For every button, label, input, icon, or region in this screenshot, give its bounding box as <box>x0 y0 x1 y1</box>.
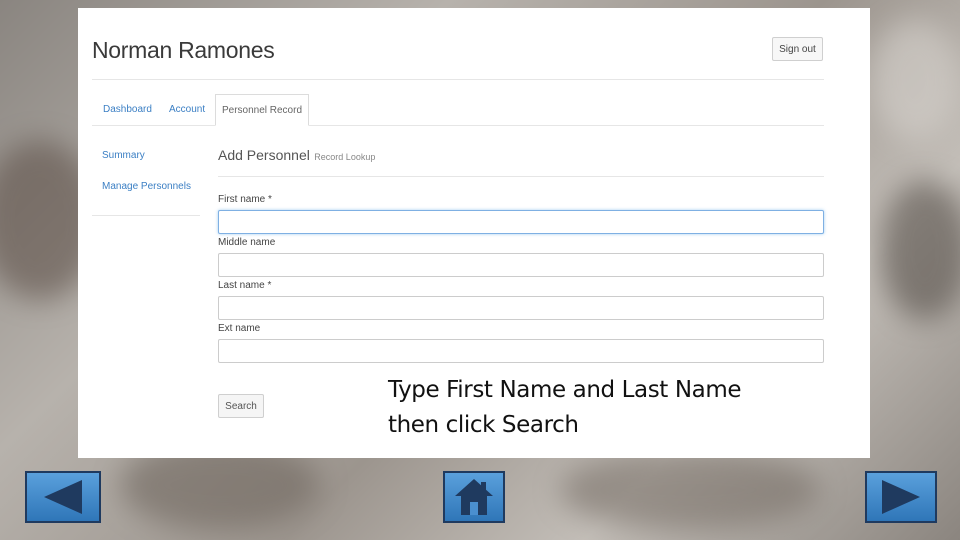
tabs-divider <box>92 125 215 126</box>
instruction-text: Type First Name and Last Name then click… <box>388 373 808 443</box>
next-button[interactable] <box>865 471 937 523</box>
tabs-divider-right <box>309 125 824 126</box>
form-heading: Add Personnel Record Lookup <box>218 147 375 165</box>
last-name-label: Last name * <box>218 280 272 291</box>
sidebar-divider <box>92 215 200 216</box>
ext-name-label: Ext name <box>218 323 261 334</box>
tab-account[interactable]: Account <box>169 104 205 115</box>
triangle-left-icon <box>44 480 82 514</box>
first-name-label: First name * <box>218 194 272 205</box>
middle-name-field[interactable] <box>218 253 824 277</box>
app-window: Norman Ramones Sign out Dashboard Accoun… <box>78 8 870 458</box>
form-divider <box>218 176 824 177</box>
first-name-field[interactable] <box>218 210 824 234</box>
instruction-line-1: Type First Name and Last Name <box>388 377 742 403</box>
sidebar-item-summary[interactable]: Summary <box>102 150 145 161</box>
last-name-field[interactable] <box>218 296 824 320</box>
house-icon <box>455 479 493 515</box>
tab-personnel-record[interactable]: Personnel Record <box>215 94 309 126</box>
middle-name-label: Middle name <box>218 237 276 248</box>
form-title: Add Personnel <box>218 147 310 163</box>
app-title: Norman Ramones <box>92 37 275 63</box>
ext-name-field[interactable] <box>218 339 824 363</box>
search-button[interactable]: Search <box>218 394 264 418</box>
header-divider <box>92 79 824 80</box>
signout-button[interactable]: Sign out <box>772 37 823 61</box>
home-button[interactable] <box>443 471 505 523</box>
back-button[interactable] <box>25 471 101 523</box>
tab-dashboard[interactable]: Dashboard <box>103 104 152 115</box>
form-subtitle: Record Lookup <box>314 152 376 162</box>
sidebar-item-manage-personnels[interactable]: Manage Personnels <box>102 181 191 192</box>
triangle-right-icon <box>882 480 920 514</box>
instruction-line-2: then click Search <box>388 412 579 438</box>
